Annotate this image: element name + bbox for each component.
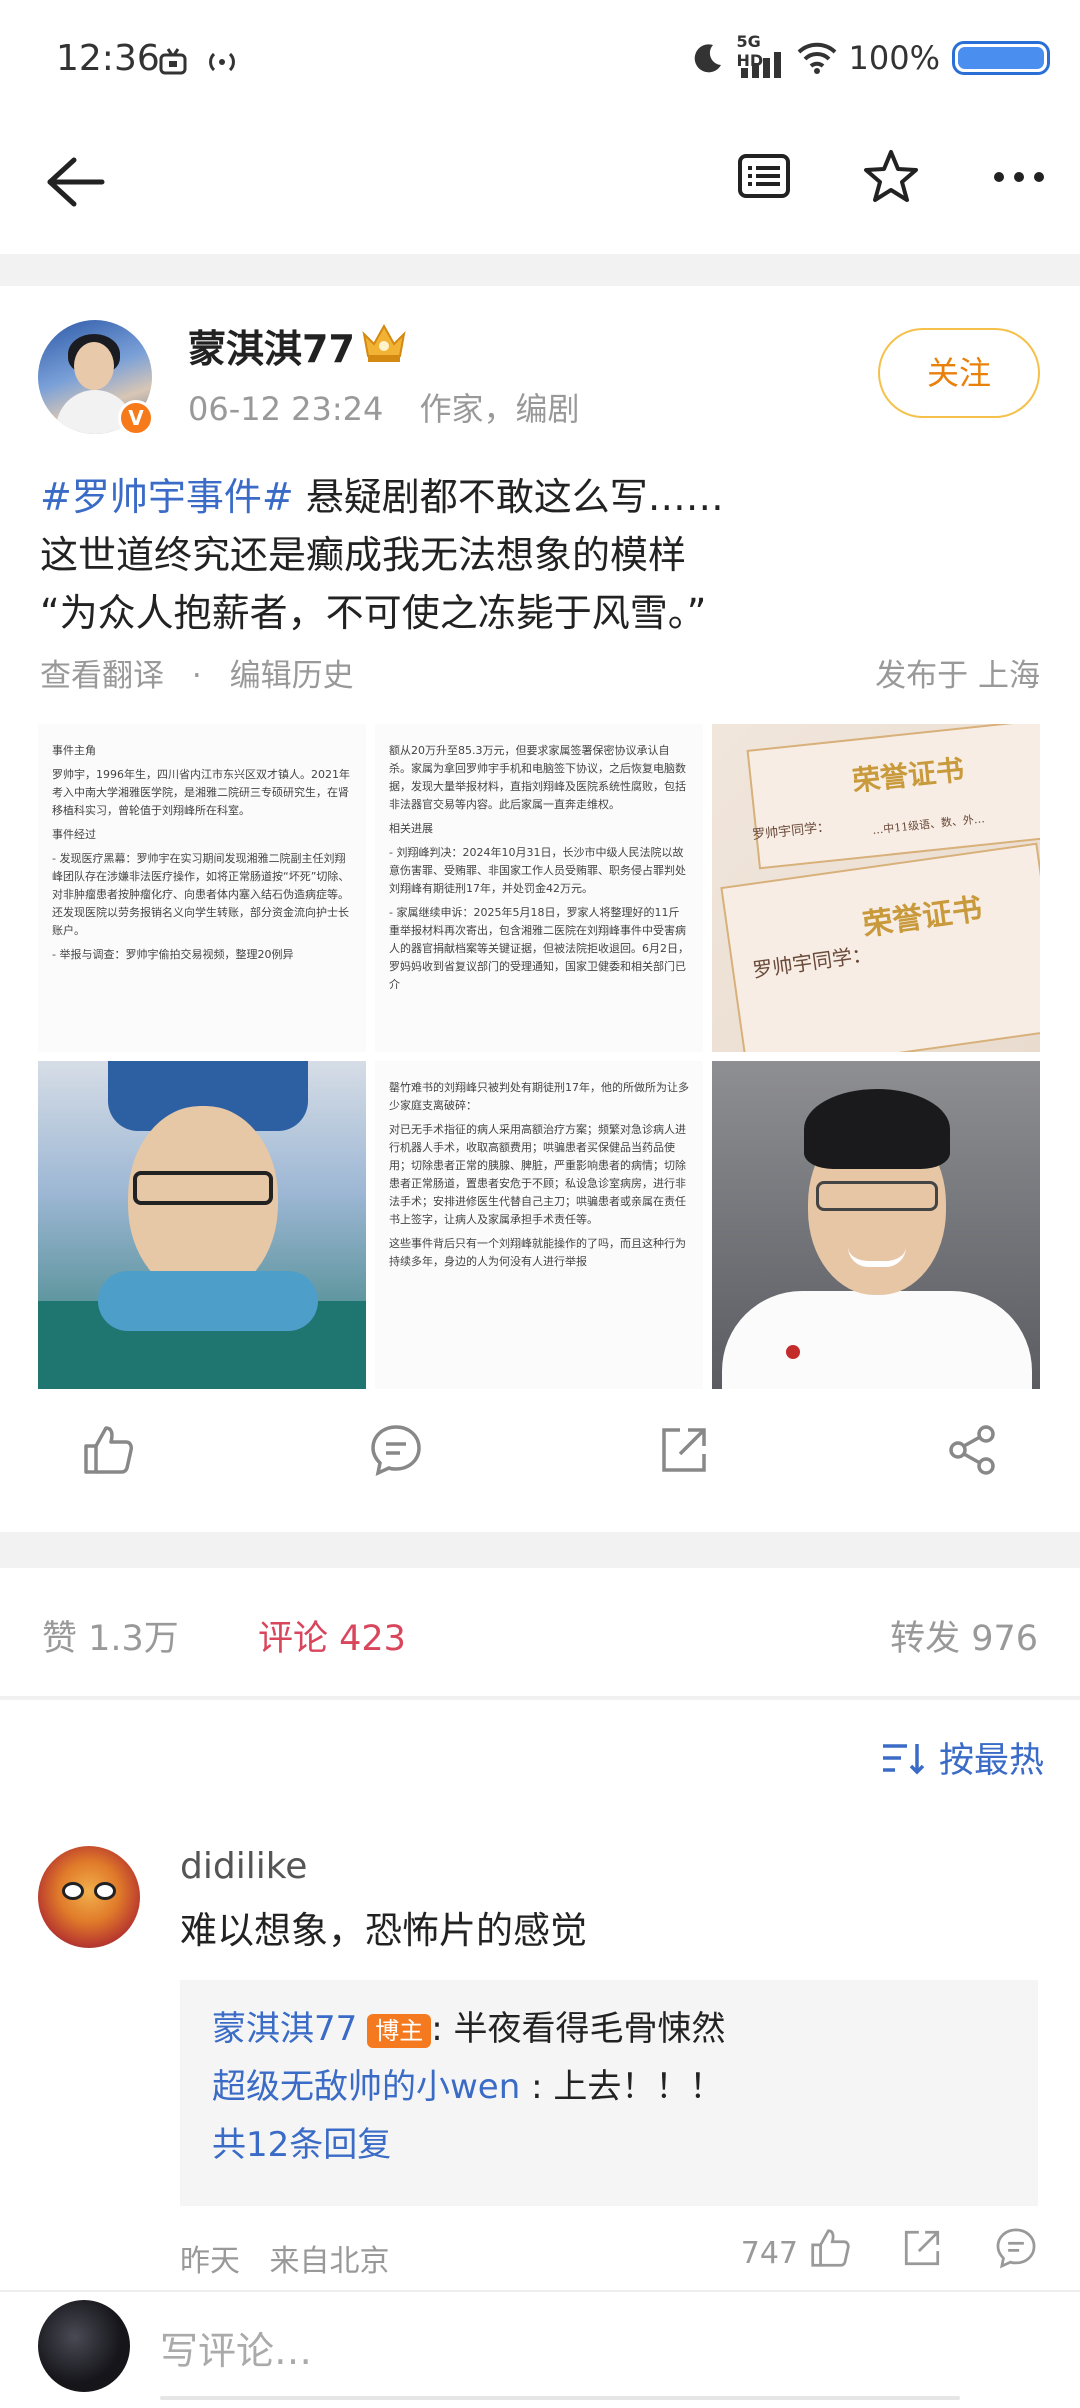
translate-link[interactable]: 查看翻译 (40, 658, 164, 694)
share-button[interactable] (944, 1422, 1000, 1482)
sort-button[interactable]: 按最热 (881, 1732, 1044, 1783)
like-button[interactable] (80, 1422, 136, 1482)
reply-preview[interactable]: 蒙淇淇77 博主: 半夜看得毛骨悚然 超级无敌帅的小wen : 上去！！！ 共12… (180, 1980, 1038, 2206)
tab-comments[interactable]: 评论 423 (258, 1610, 406, 1661)
more-dots-icon (994, 172, 1044, 182)
top-nav (0, 120, 1080, 254)
commenter-name[interactable]: didilike (180, 1846, 307, 1887)
hashtag-link[interactable]: #罗帅宇事件# (40, 475, 294, 519)
follow-button[interactable]: 关注 (878, 328, 1040, 418)
author-name[interactable]: 蒙淇淇77 (188, 318, 355, 373)
status-bar: 12:36 5G HD 100% (0, 0, 1080, 120)
crown-badge-icon (362, 323, 406, 362)
clock: 12:36 (56, 38, 160, 79)
tab-likes[interactable]: 赞 1.3万 (42, 1610, 179, 1661)
post-card: V 蒙淇淇77 06-12 23:24 作家，编剧 关注 #罗帅宇事件# 悬疑剧… (0, 286, 1080, 1532)
author-roles: 作家，编剧 (419, 390, 580, 428)
wifi-icon (797, 42, 836, 74)
post-line-1: 悬疑剧都不敢这么写…… (293, 475, 724, 519)
share-network-icon (949, 1425, 995, 1475)
my-avatar[interactable] (38, 2300, 130, 2392)
post-line-2: 这世道终究还是癫成我无法想象的模样 (40, 533, 687, 577)
post-line-3: “为众人抱薪者，不可使之冻毙于风雪。” (40, 591, 707, 635)
edit-history-link[interactable]: 编辑历史 (230, 658, 354, 694)
list-view-icon (738, 154, 790, 198)
battery-icon (952, 41, 1050, 75)
comment-input[interactable]: 写评论… (160, 2320, 312, 2375)
post-date: 06-12 23:24 (188, 390, 384, 428)
view-all-replies-link[interactable]: 共12条回复 (212, 2116, 1006, 2174)
star-icon (864, 150, 918, 202)
image-photo-doctor[interactable] (712, 1061, 1040, 1389)
comment-icon (371, 1425, 421, 1477)
gesture-bar (160, 2396, 960, 2400)
hotspot-icon (209, 52, 235, 72)
image-photo-surgeon[interactable] (38, 1061, 366, 1389)
share-out-icon (662, 1428, 706, 1472)
signal-icon (740, 52, 781, 78)
comment-text: 难以想象，恐怖片的感觉 (180, 1909, 587, 1952)
image-document-3[interactable]: 罄竹难书的刘翔峰只被判处有期徒刑17年，他的所做所为让多少家庭支离破碎： 对已无… (375, 1061, 703, 1389)
comment-share-icon[interactable] (900, 2226, 944, 2270)
comment-like-count: 747 (740, 2236, 798, 2271)
reply-author[interactable]: 超级无敌帅的小wen (212, 2067, 520, 2107)
repost-button[interactable] (656, 1422, 712, 1482)
comment-input-bar: 写评论… (0, 2290, 1080, 2408)
comment-time: 昨天 (180, 2244, 240, 2279)
reply-item: 超级无敌帅的小wen : 上去！！！ (212, 2067, 724, 2107)
author-avatar[interactable]: V (38, 320, 154, 436)
comment-section: 按最热 didilike 难以想象，恐怖片的感觉 蒙淇淇77 博主: 半夜看得毛骨… (0, 1700, 1080, 2290)
back-arrow-icon (47, 157, 105, 207)
image-certificate[interactable]: 荣誉证书 罗帅宇同学： …中11级语、数、外… 荣誉证书 罗帅宇同学： (712, 724, 1040, 1052)
reader-mode-button[interactable] (736, 148, 792, 210)
image-document-1[interactable]: 事件主角 罗帅宇，1996年生，四川省内江市东兴区双才镇人。2021年考入中南大… (38, 724, 366, 1052)
tv-app-icon (159, 48, 187, 75)
post-actions (0, 1394, 1080, 1504)
post-body: #罗帅宇事件# 悬疑剧都不敢这么写…… 这世道终究还是癫成我无法想象的模样 “为… (40, 468, 1040, 642)
battery-percent: 100% (848, 39, 940, 77)
reply-author[interactable]: 蒙淇淇77 (212, 2009, 357, 2049)
post-location: 发布于 上海 (875, 658, 1040, 694)
verified-badge-icon: V (118, 400, 154, 436)
sort-icon (882, 1743, 925, 1774)
image-grid: 事件主角 罗帅宇，1996年生，四川省内江市东兴区双才镇人。2021年考入中南大… (38, 724, 1040, 1389)
comment-location: 来自北京 (269, 2244, 390, 2279)
thumbs-up-icon (84, 1426, 133, 1474)
tab-reposts[interactable]: 转发 976 (890, 1610, 1038, 1661)
commenter-avatar[interactable] (38, 1846, 140, 1948)
favorite-button[interactable] (862, 148, 920, 210)
more-button[interactable] (990, 148, 1048, 210)
comment-like-icon[interactable] (808, 2226, 852, 2270)
host-badge: 博主 (367, 2013, 432, 2048)
comment-reply-icon[interactable] (994, 2226, 1038, 2270)
image-document-2[interactable]: 额从20万升至85.3万元，但要求家属签署保密协议承认自杀。家属为拿回罗帅宇手机… (375, 724, 703, 1052)
comment-button[interactable] (368, 1422, 424, 1482)
moon-icon (694, 44, 721, 73)
sort-label: 按最热 (938, 1741, 1044, 1781)
engagement-tabs: 赞 1.3万 评论 423 转发 976 (0, 1568, 1080, 1698)
back-button[interactable] (42, 150, 106, 218)
reply-item: 蒙淇淇77 博主: 半夜看得毛骨悚然 (212, 2009, 726, 2049)
